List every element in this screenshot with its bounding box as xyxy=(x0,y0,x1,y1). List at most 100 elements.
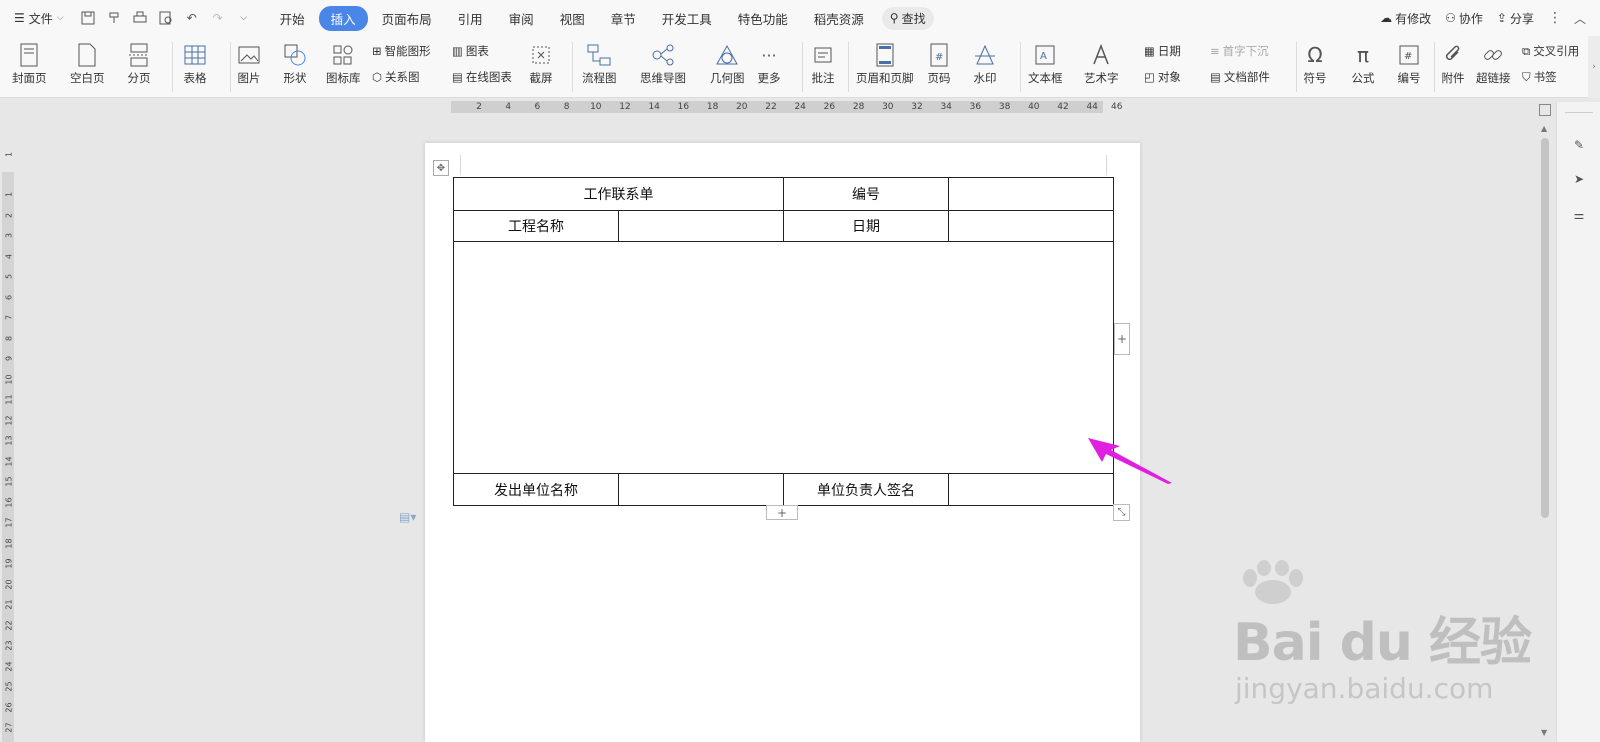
horizontal-ruler[interactable]: 46 2 4 6 8 10 12 14 16 18 20 22 24 26 28 30 32 34 36 38 40 4… xyxy=(451,101,1122,113)
project-name-label-cell[interactable]: 工程名称 xyxy=(453,210,619,242)
pen-icon[interactable]: ✎ xyxy=(1570,136,1588,154)
project-name-value-cell[interactable] xyxy=(618,210,784,242)
content-cell[interactable] xyxy=(453,241,1114,474)
vertical-scrollbar[interactable]: ▲ ▼ xyxy=(1538,102,1552,742)
comment-button[interactable]: 批注 xyxy=(810,42,836,86)
page-break-label: 分页 xyxy=(127,71,151,85)
table-move-handle[interactable]: ✥ xyxy=(433,160,449,176)
page-number-button[interactable]: # 页码 xyxy=(926,42,952,86)
ruler-tick: 6 xyxy=(534,102,541,112)
numbering-button[interactable]: # 编号 xyxy=(1396,42,1422,86)
online-chart-button[interactable]: ▤ 在线图表 xyxy=(452,69,512,85)
drop-cap-button[interactable]: ≡ 首字下沉 xyxy=(1210,43,1269,59)
cover-page-button[interactable]: 封面页 xyxy=(12,42,47,86)
tab-insert[interactable]: 插入 xyxy=(318,5,368,31)
object-icon: ◰ xyxy=(1144,70,1155,84)
tab-docer[interactable]: 稻壳资源 xyxy=(802,6,876,31)
ruler-tick: 15 xyxy=(4,476,14,487)
symbol-button[interactable]: Ω 符号 xyxy=(1302,42,1328,86)
object-button[interactable]: ◰ 对象 xyxy=(1144,69,1181,85)
picture-button[interactable]: 图片 xyxy=(236,42,262,86)
print-icon[interactable] xyxy=(128,6,152,30)
relation-diagram-button[interactable]: ⬡ 关系图 xyxy=(372,69,420,85)
cursor-icon[interactable]: ➤ xyxy=(1570,170,1588,188)
attachment-label: 附件 xyxy=(1441,71,1465,85)
tab-developer[interactable]: 开发工具 xyxy=(650,6,724,31)
date-label-cell[interactable]: 日期 xyxy=(783,210,949,242)
flowchart-icon xyxy=(586,42,612,68)
date-value-cell[interactable] xyxy=(948,210,1114,242)
screenshot-button[interactable]: 截屏 xyxy=(528,42,554,86)
signature-label-cell[interactable]: 单位负责人签名 xyxy=(783,473,949,506)
modified-status[interactable]: ☁ 有修改 xyxy=(1380,10,1431,27)
mindmap-label: 思维导图 xyxy=(640,71,686,85)
form-title-cell[interactable]: 工作联系单 xyxy=(453,177,784,211)
cross-reference-button[interactable]: ⧉ 交叉引用 xyxy=(1522,43,1579,59)
number-label-cell[interactable]: 编号 xyxy=(783,177,949,211)
undo-icon[interactable]: ↶ xyxy=(180,6,204,30)
ribbon-scroll-right[interactable]: › xyxy=(1588,36,1600,98)
number-value-cell[interactable] xyxy=(948,177,1114,211)
add-column-button[interactable]: + xyxy=(1114,323,1130,355)
settings-sliders-icon[interactable]: ⚌ xyxy=(1570,206,1588,224)
scroll-down-icon[interactable]: ▼ xyxy=(1541,728,1547,737)
tab-home[interactable]: 开始 xyxy=(268,6,317,31)
table-button[interactable]: 表格 xyxy=(182,42,208,86)
icon-library-button[interactable]: 图标库 xyxy=(326,42,361,86)
collaborate-button[interactable]: ⚇ 协作 xyxy=(1445,10,1483,27)
search-button[interactable]: ⚲ 查找 xyxy=(881,6,934,30)
save-icon[interactable] xyxy=(76,6,100,30)
table-resize-handle[interactable]: ⤡ xyxy=(1113,504,1130,521)
attachment-button[interactable]: 附件 xyxy=(1440,42,1466,86)
doc-parts-button[interactable]: ▤ 文档部件 xyxy=(1210,69,1270,85)
flowchart-button[interactable]: 流程图 xyxy=(582,42,617,86)
paragraph-layout-icon[interactable]: ▤▾ xyxy=(399,510,416,524)
scrollbar-thumb[interactable] xyxy=(1541,138,1549,518)
chart-button[interactable]: ▥ 图表 xyxy=(452,43,489,59)
issuer-value-cell[interactable] xyxy=(618,473,784,506)
tab-view[interactable]: 视图 xyxy=(548,6,597,31)
collapse-ribbon-icon[interactable]: ︿ xyxy=(1574,10,1586,27)
add-row-button[interactable]: + xyxy=(766,505,798,520)
vertical-ruler[interactable]: 1 1 2 3 4 5 6 7 8 9 10 11 12 13 14 15 16 17 18 19 20 21 22 23 24… xyxy=(0,102,16,742)
header-footer-button[interactable]: 页眉和页脚 xyxy=(856,42,914,86)
more-button[interactable]: ··· 更多 xyxy=(756,42,782,86)
bookmark-button[interactable]: ⛉ 书签 xyxy=(1522,69,1557,85)
tab-page-layout[interactable]: 页面布局 xyxy=(370,6,444,31)
formula-button[interactable]: π 公式 xyxy=(1350,42,1376,86)
tab-features[interactable]: 特色功能 xyxy=(726,6,800,31)
scroll-up-icon[interactable]: ▲ xyxy=(1541,124,1547,133)
hyperlink-button[interactable]: 超链接 xyxy=(1476,42,1511,86)
split-view-icon[interactable] xyxy=(1539,104,1551,116)
smart-art-button[interactable]: ⊞ 智能图形 xyxy=(372,43,431,59)
file-menu[interactable]: ☰ 文件 ⌵ xyxy=(0,10,72,27)
blank-page-button[interactable]: 空白页 xyxy=(70,42,105,86)
tab-section[interactable]: 章节 xyxy=(599,6,648,31)
tab-review[interactable]: 审阅 xyxy=(497,6,546,31)
page-break-button[interactable]: 分页 xyxy=(126,42,152,86)
format-painter-icon[interactable] xyxy=(102,6,126,30)
date-button[interactable]: ▦ 日期 xyxy=(1144,43,1181,59)
omega-icon: Ω xyxy=(1307,43,1323,67)
customize-toolbar-icon[interactable]: ⌵ xyxy=(232,6,256,30)
tab-references[interactable]: 引用 xyxy=(446,6,495,31)
issuer-label-cell[interactable]: 发出单位名称 xyxy=(453,473,619,506)
geometry-button[interactable]: 几何图 xyxy=(710,42,745,86)
drop-cap-label: 首字下沉 xyxy=(1222,44,1269,58)
svg-text:#: # xyxy=(935,52,943,63)
work-contact-table[interactable]: 工作联系单 编号 工程名称 日期 发出单位名称 单位负责人签名 xyxy=(453,177,1114,506)
redo-icon[interactable]: ↷ xyxy=(206,6,230,30)
symbol-label: 符号 xyxy=(1303,71,1327,85)
ruler-tick: 30 xyxy=(882,102,894,112)
shapes-button[interactable]: 形状 xyxy=(282,42,308,86)
wordart-button[interactable]: 艺术字 xyxy=(1084,42,1119,86)
ruler-tick: 14 xyxy=(4,455,14,467)
mindmap-button[interactable]: 思维导图 xyxy=(640,42,686,86)
ruler-tick: 21 xyxy=(4,599,14,610)
hyperlink-label: 超链接 xyxy=(1476,71,1511,85)
share-button[interactable]: ⇪ 分享 xyxy=(1497,10,1534,27)
textbox-button[interactable]: A 文本框 xyxy=(1028,42,1063,86)
print-preview-icon[interactable] xyxy=(154,6,178,30)
watermark-button[interactable]: 水印 xyxy=(972,42,998,86)
more-options-icon[interactable]: ⋮ xyxy=(1548,10,1562,26)
